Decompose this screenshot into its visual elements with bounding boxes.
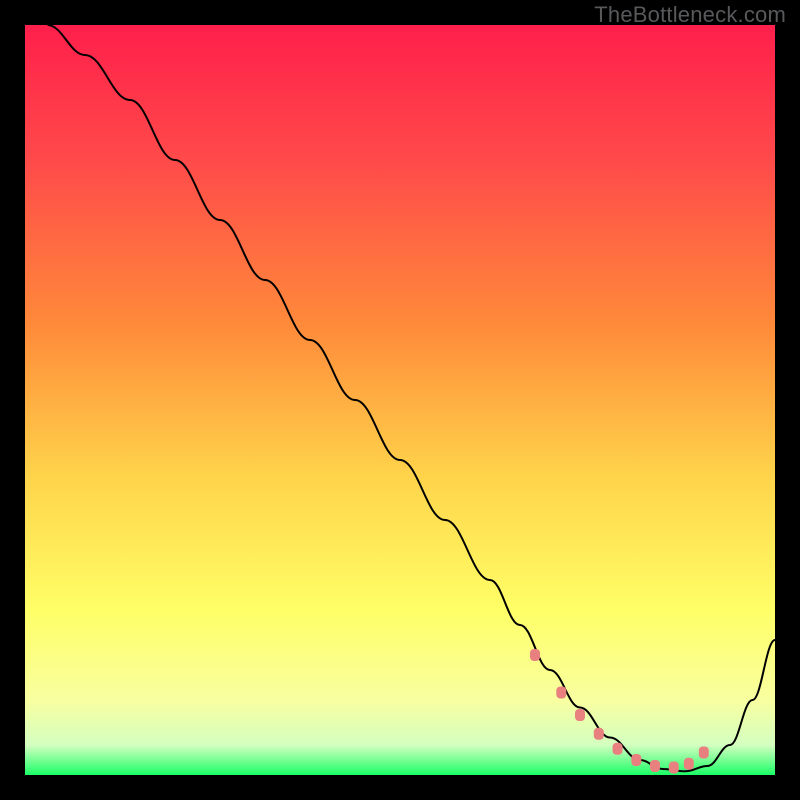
chart-svg — [25, 25, 775, 775]
sweet-spot-dot — [669, 762, 679, 774]
sweet-spot-dot — [684, 758, 694, 770]
sweet-spot-dot — [594, 728, 604, 740]
sweet-spot-dot — [575, 709, 585, 721]
gradient-bg — [25, 25, 775, 775]
sweet-spot-dot — [530, 649, 540, 661]
chart-frame: TheBottleneck.com — [0, 0, 800, 800]
sweet-spot-dot — [613, 743, 623, 755]
plot-area — [25, 25, 775, 775]
sweet-spot-dot — [556, 687, 566, 699]
sweet-spot-dot — [650, 760, 660, 772]
sweet-spot-dot — [631, 754, 641, 766]
sweet-spot-dot — [699, 747, 709, 759]
